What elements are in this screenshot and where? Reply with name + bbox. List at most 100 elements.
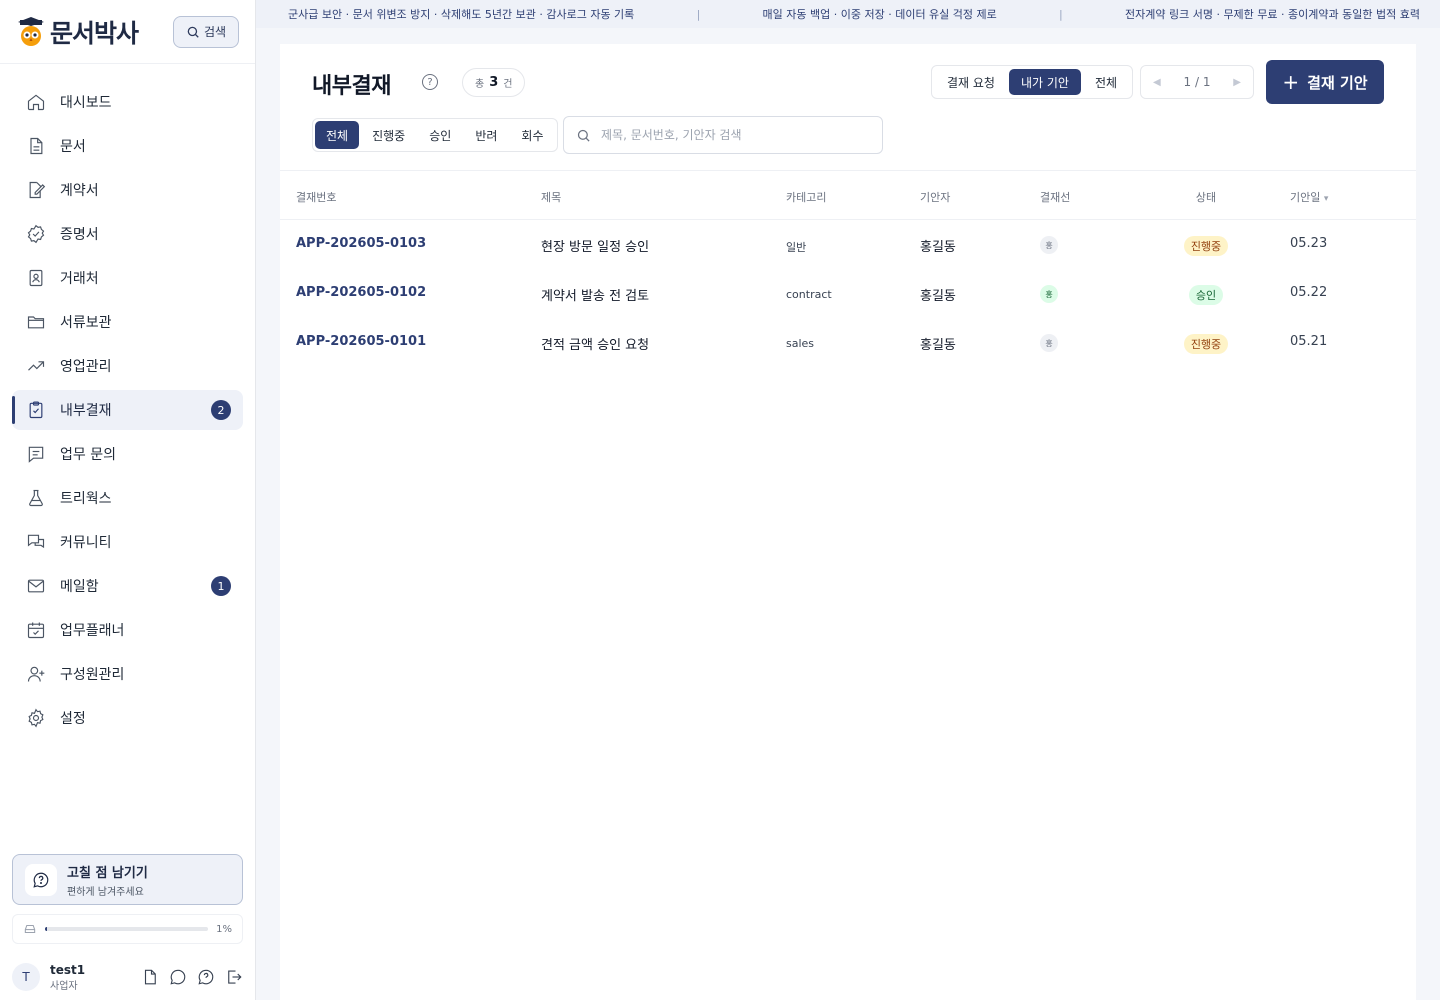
sidebar-item-members[interactable]: 구성원관리 (12, 654, 243, 694)
sidebar-item-label: 설정 (60, 711, 86, 727)
row-doc-number[interactable]: APP-202605-0101 (296, 334, 426, 349)
sidebar-item-sales[interactable]: 영업관리 (12, 346, 243, 386)
sidebar-item-certificates[interactable]: 증명서 (12, 214, 243, 254)
logout-icon[interactable] (225, 968, 243, 986)
feedback-button[interactable]: 고칠 점 남기기 편하게 남겨주세요 (12, 854, 243, 905)
storage-usage: 1% (12, 914, 243, 944)
page-current: 1 (1183, 75, 1192, 89)
gear-icon (28, 708, 44, 728)
col-header-category[interactable]: 카테고리 (786, 189, 826, 205)
brand-name: 문서박사 (50, 18, 139, 48)
global-search-label: 검색 (203, 25, 227, 39)
tab-all-scope[interactable]: 전체 (1083, 69, 1129, 95)
row-date: 05.23 (1290, 236, 1328, 251)
flask-icon (29, 489, 43, 507)
sidebar-item-approvals[interactable]: 내부결재 2 (12, 390, 243, 430)
approvals-count-badge: 2 (211, 400, 231, 420)
message-icon (28, 446, 44, 463)
tab-status-withdrawn[interactable]: 회수 (510, 121, 554, 149)
sidebar-item-community[interactable]: 커뮤니티 (12, 522, 243, 562)
search-input[interactable] (601, 128, 871, 142)
next-page-icon[interactable]: ▶ (1233, 77, 1241, 88)
chat-bubble-icon[interactable] (169, 968, 187, 986)
page-title: 내부결재 (312, 74, 391, 99)
contact-card-icon (29, 269, 43, 287)
table-row[interactable]: APP-202605-0102 계약서 발송 전 검토 contract 홍길동… (280, 269, 1416, 318)
sidebar-item-contracts[interactable]: 계약서 (12, 170, 243, 210)
sidebar-item-clients[interactable]: 거래처 (12, 258, 243, 298)
row-author: 홍길동 (920, 338, 956, 353)
brand-bar: 문서박사 검색 (0, 0, 255, 64)
tab-requests-to-me[interactable]: 결재 요청 (935, 69, 1007, 95)
contract-icon (29, 181, 46, 199)
sidebar-item-label: 영업관리 (60, 359, 112, 375)
sidebar-item-mailbox[interactable]: 메일함 1 (12, 566, 243, 606)
tab-status-rejected[interactable]: 반려 (464, 121, 508, 149)
row-title[interactable]: 현장 방문 일정 승인 (541, 236, 649, 255)
table-row[interactable]: APP-202605-0101 견적 금액 승인 요청 sales 홍길동 홍 … (280, 318, 1416, 367)
sidebar-item-settings[interactable]: 설정 (12, 698, 243, 738)
sidebar-item-label: 증명서 (60, 227, 99, 243)
home-icon (27, 94, 45, 111)
trend-icon (28, 361, 45, 371)
approvals-table: 결재번호 제목 카테고리 기안자 결재선 상태 기안일 ▾ APP-202605… (280, 170, 1416, 367)
status-badge: 진행중 (1183, 236, 1229, 256)
col-header-date-label: 기안일 (1290, 191, 1321, 204)
notice-item: 매일 자동 백업 · 이중 저장 · 데이터 유실 걱정 제로 (762, 8, 997, 21)
row-title[interactable]: 계약서 발송 전 검토 (541, 285, 649, 304)
certificate-icon (27, 224, 45, 244)
total-count-pill: 총 3 건 (462, 68, 526, 97)
col-header-number[interactable]: 결재번호 (296, 189, 336, 205)
row-title[interactable]: 견적 금액 승인 요청 (541, 334, 649, 353)
sidebar-item-label: 서류보관 (60, 315, 112, 331)
sidebar-item-label: 거래처 (60, 271, 99, 287)
sidebar-item-planner[interactable]: 업무플래너 (12, 610, 243, 650)
sidebar-item-dashboard[interactable]: 대시보드 (12, 82, 243, 122)
sidebar-item-inquiries[interactable]: 업무 문의 (12, 434, 243, 474)
sidebar-item-treeworks[interactable]: 트리웍스 (12, 478, 243, 518)
tab-status-approved[interactable]: 승인 (418, 121, 462, 149)
sidebar-item-label: 업무 문의 (60, 447, 116, 463)
page-indicator: 1 / 1 (1184, 75, 1211, 89)
help-circle-icon[interactable] (197, 968, 215, 986)
approvals-panel: 내부결재 ? 총 3 건 결재 요청 내가 기안 전체 ◀ 1 / 1 ▶ + … (280, 44, 1416, 1000)
approver-avatar: 홍 (1040, 285, 1058, 303)
global-search-button[interactable]: 검색 (173, 15, 239, 48)
clipboard-check-icon (29, 401, 43, 419)
sidebar-item-label: 계약서 (60, 183, 99, 199)
sidebar-item-label: 대시보드 (60, 95, 112, 111)
approver-avatar: 홍 (1040, 236, 1058, 254)
logo[interactable]: 문서박사 (16, 14, 139, 50)
sidebar-item-label: 구성원관리 (60, 667, 125, 683)
row-category: 일반 (786, 241, 807, 254)
search-icon (187, 26, 199, 38)
sidebar-item-archive[interactable]: 서류보관 (12, 302, 243, 342)
file-icon[interactable] (141, 968, 159, 986)
col-header-title[interactable]: 제목 (541, 189, 561, 205)
notice-bar: 군사급 보안 · 문서 위변조 방지 · 삭제해도 5년간 보관 · 감사로그 … (256, 0, 1440, 28)
row-status-cell: 진행중 (1180, 236, 1232, 256)
create-approval-button[interactable]: + 결재 기안 (1266, 60, 1384, 104)
help-icon[interactable]: ? (422, 74, 438, 90)
sidebar-item-documents[interactable]: 문서 (12, 126, 243, 166)
col-header-status[interactable]: 상태 (1180, 189, 1232, 205)
row-category: contract (786, 288, 832, 301)
row-author: 홍길동 (920, 289, 956, 304)
col-header-author[interactable]: 기안자 (920, 189, 950, 205)
col-header-approval-line[interactable]: 결재선 (1040, 189, 1070, 205)
col-header-date[interactable]: 기안일 ▾ (1290, 189, 1328, 205)
table-row[interactable]: APP-202605-0103 현장 방문 일정 승인 일반 홍길동 홍 진행중… (280, 220, 1416, 269)
feedback-subtitle: 편하게 남겨주세요 (67, 886, 144, 898)
prev-page-icon[interactable]: ◀ (1153, 77, 1161, 88)
notice-item: 군사급 보안 · 문서 위변조 방지 · 삭제해도 5년간 보관 · 감사로그 … (288, 8, 635, 21)
row-doc-number[interactable]: APP-202605-0102 (296, 285, 426, 300)
row-doc-number[interactable]: APP-202605-0103 (296, 236, 426, 251)
tab-status-all[interactable]: 전체 (315, 121, 360, 149)
tab-my-drafts[interactable]: 내가 기안 (1008, 69, 1081, 95)
avatar[interactable]: T (12, 963, 40, 991)
user-profile: T test1 사업자 (12, 960, 243, 994)
tab-status-in-progress[interactable]: 진행중 (361, 121, 416, 149)
question-bubble-icon (33, 872, 49, 888)
notice-separator: | (1059, 7, 1063, 21)
row-date: 05.21 (1290, 334, 1328, 349)
